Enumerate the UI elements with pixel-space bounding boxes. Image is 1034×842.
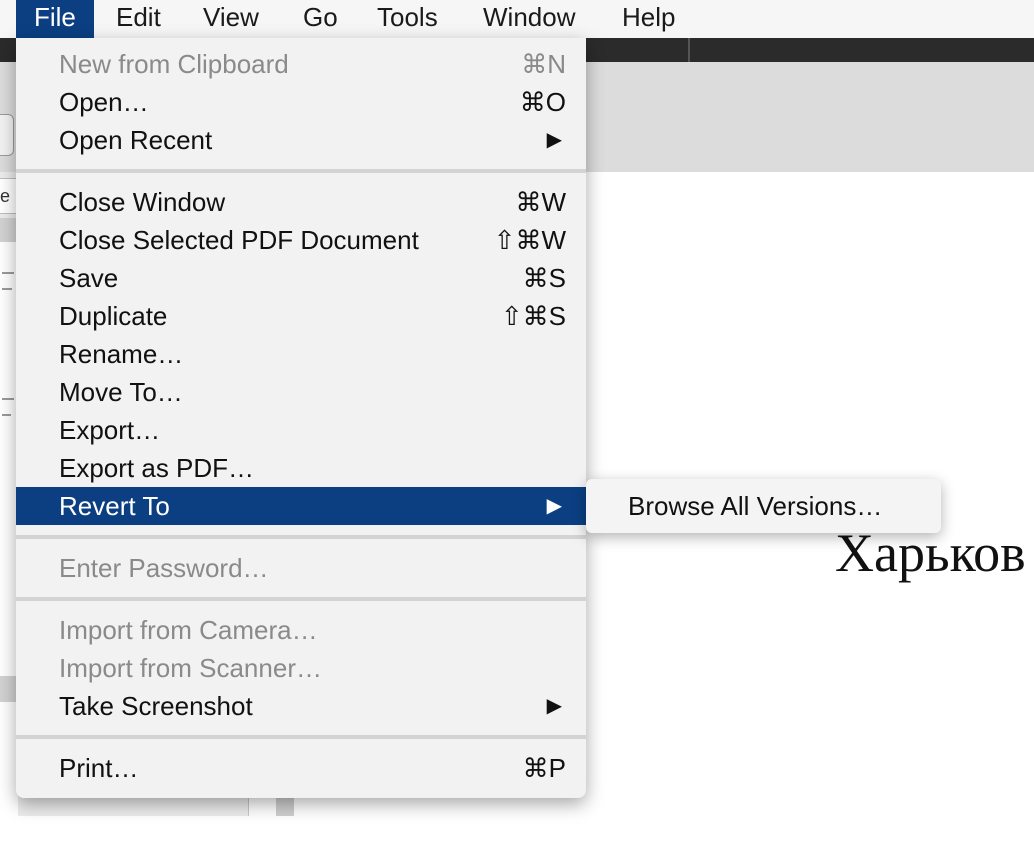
menu-item-label: Close Selected PDF Document	[59, 225, 419, 255]
menu-item-close-selected-pdf[interactable]: Close Selected PDF Document ⇧⌘W	[16, 221, 586, 259]
menu-divider	[16, 169, 586, 173]
menu-view[interactable]: View	[185, 0, 277, 38]
revert-to-submenu: Browse All Versions…	[586, 479, 941, 533]
file-menu-dropdown: New from Clipboard ⌘N Open… ⌘O Open Rece…	[16, 38, 586, 798]
menu-divider	[16, 597, 586, 601]
menu-item-import-from-scanner: Import from Scanner…	[16, 649, 586, 687]
menu-item-label: Import from Scanner…	[59, 653, 322, 683]
menu-divider	[16, 735, 586, 739]
menu-window[interactable]: Window	[465, 0, 593, 38]
menu-go[interactable]: Go	[285, 0, 356, 38]
menu-item-export-as-pdf[interactable]: Export as PDF…	[16, 449, 586, 487]
menu-item-open-recent[interactable]: Open Recent ▶	[16, 121, 586, 159]
thumb-text-line	[2, 272, 14, 274]
toolbar-button[interactable]	[0, 114, 14, 156]
shortcut-label: ⇧⌘W	[493, 225, 566, 255]
menu-item-close-window[interactable]: Close Window ⌘W	[16, 183, 586, 221]
menu-item-label: Browse All Versions…	[628, 491, 883, 521]
menu-item-label: Enter Password…	[59, 553, 269, 583]
menu-item-label: Export…	[59, 415, 161, 445]
menu-edit[interactable]: Edit	[98, 0, 179, 38]
menu-item-revert-to[interactable]: Revert To ▶	[16, 487, 586, 525]
menu-item-new-from-clipboard: New from Clipboard ⌘N	[16, 45, 586, 83]
thumb-text-line	[2, 398, 14, 400]
submenu-arrow-icon: ▶	[546, 495, 562, 517]
menu-item-enter-password: Enter Password…	[16, 549, 586, 587]
shortcut-label: ⌘S	[522, 263, 566, 293]
shortcut-label: ⌘P	[522, 753, 566, 783]
menu-bar: File Edit View Go Tools Window Help	[0, 0, 1034, 38]
menu-item-open[interactable]: Open… ⌘O	[16, 83, 586, 121]
menu-item-duplicate[interactable]: Duplicate ⇧⌘S	[16, 297, 586, 335]
shortcut-label: ⌘W	[515, 187, 566, 217]
menu-item-label: Take Screenshot	[59, 691, 253, 721]
menu-divider	[16, 535, 586, 539]
menu-file[interactable]: File	[16, 0, 94, 38]
titlebar-separator	[688, 38, 690, 62]
thumb-text-line	[2, 288, 12, 290]
shortcut-label: ⌘O	[519, 87, 566, 117]
menu-item-label: Save	[59, 263, 119, 293]
menu-item-label: Open Recent	[59, 125, 213, 155]
menu-item-label: Duplicate	[59, 301, 168, 331]
menu-item-browse-all-versions[interactable]: Browse All Versions…	[586, 487, 941, 525]
menu-tools[interactable]: Tools	[359, 0, 456, 38]
menu-item-label: Rename…	[59, 339, 184, 369]
menu-item-import-from-camera: Import from Camera…	[16, 611, 586, 649]
menu-item-label: New from Clipboard	[59, 49, 289, 79]
menu-item-label: Import from Camera…	[59, 615, 318, 645]
menu-item-export[interactable]: Export…	[16, 411, 586, 449]
menu-item-print[interactable]: Print… ⌘P	[16, 749, 586, 787]
menu-item-save[interactable]: Save ⌘S	[16, 259, 586, 297]
menu-help[interactable]: Help	[604, 0, 693, 38]
menu-item-label: Revert To	[59, 491, 170, 521]
menu-item-label: Export as PDF…	[59, 453, 255, 483]
shortcut-label: ⌘N	[521, 49, 566, 79]
menu-item-label: Print…	[59, 753, 139, 783]
menu-item-take-screenshot[interactable]: Take Screenshot ▶	[16, 687, 586, 725]
menu-item-label: Open…	[59, 87, 149, 117]
shortcut-label: ⇧⌘S	[500, 301, 566, 331]
menu-item-move-to[interactable]: Move To…	[16, 373, 586, 411]
menu-item-label: Close Window	[59, 187, 226, 217]
submenu-arrow-icon: ▶	[546, 129, 562, 151]
submenu-arrow-icon: ▶	[546, 695, 562, 717]
menu-item-rename[interactable]: Rename…	[16, 335, 586, 373]
menu-item-label: Move To…	[59, 377, 183, 407]
thumb-text-line	[2, 414, 11, 416]
